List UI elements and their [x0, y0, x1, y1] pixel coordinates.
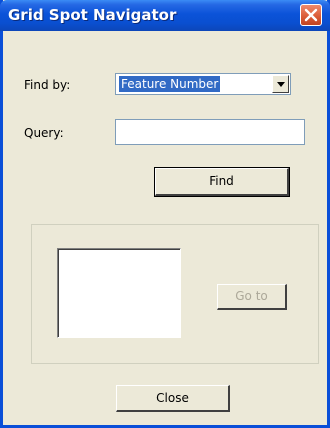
query-input[interactable] [115, 119, 305, 145]
find-by-selected-value: Feature Number [119, 76, 221, 92]
find-by-dropdown-button[interactable] [272, 75, 289, 93]
title-bar[interactable]: Grid Spot Navigator [0, 0, 330, 31]
results-list[interactable] [57, 248, 181, 338]
find-button[interactable]: Find [154, 167, 290, 197]
find-by-select[interactable]: Feature Number [115, 73, 291, 95]
find-by-label: Find by: [24, 78, 71, 92]
close-button[interactable]: Close [116, 385, 230, 412]
close-window-button[interactable] [300, 4, 322, 26]
query-label: Query: [24, 126, 64, 140]
window-title: Grid Spot Navigator [8, 6, 177, 24]
close-icon [304, 8, 318, 22]
navigator-dialog: Grid Spot Navigator Find by: Feature Num… [0, 0, 330, 428]
goto-button[interactable]: Go to [217, 284, 287, 310]
chevron-down-icon [277, 82, 285, 87]
